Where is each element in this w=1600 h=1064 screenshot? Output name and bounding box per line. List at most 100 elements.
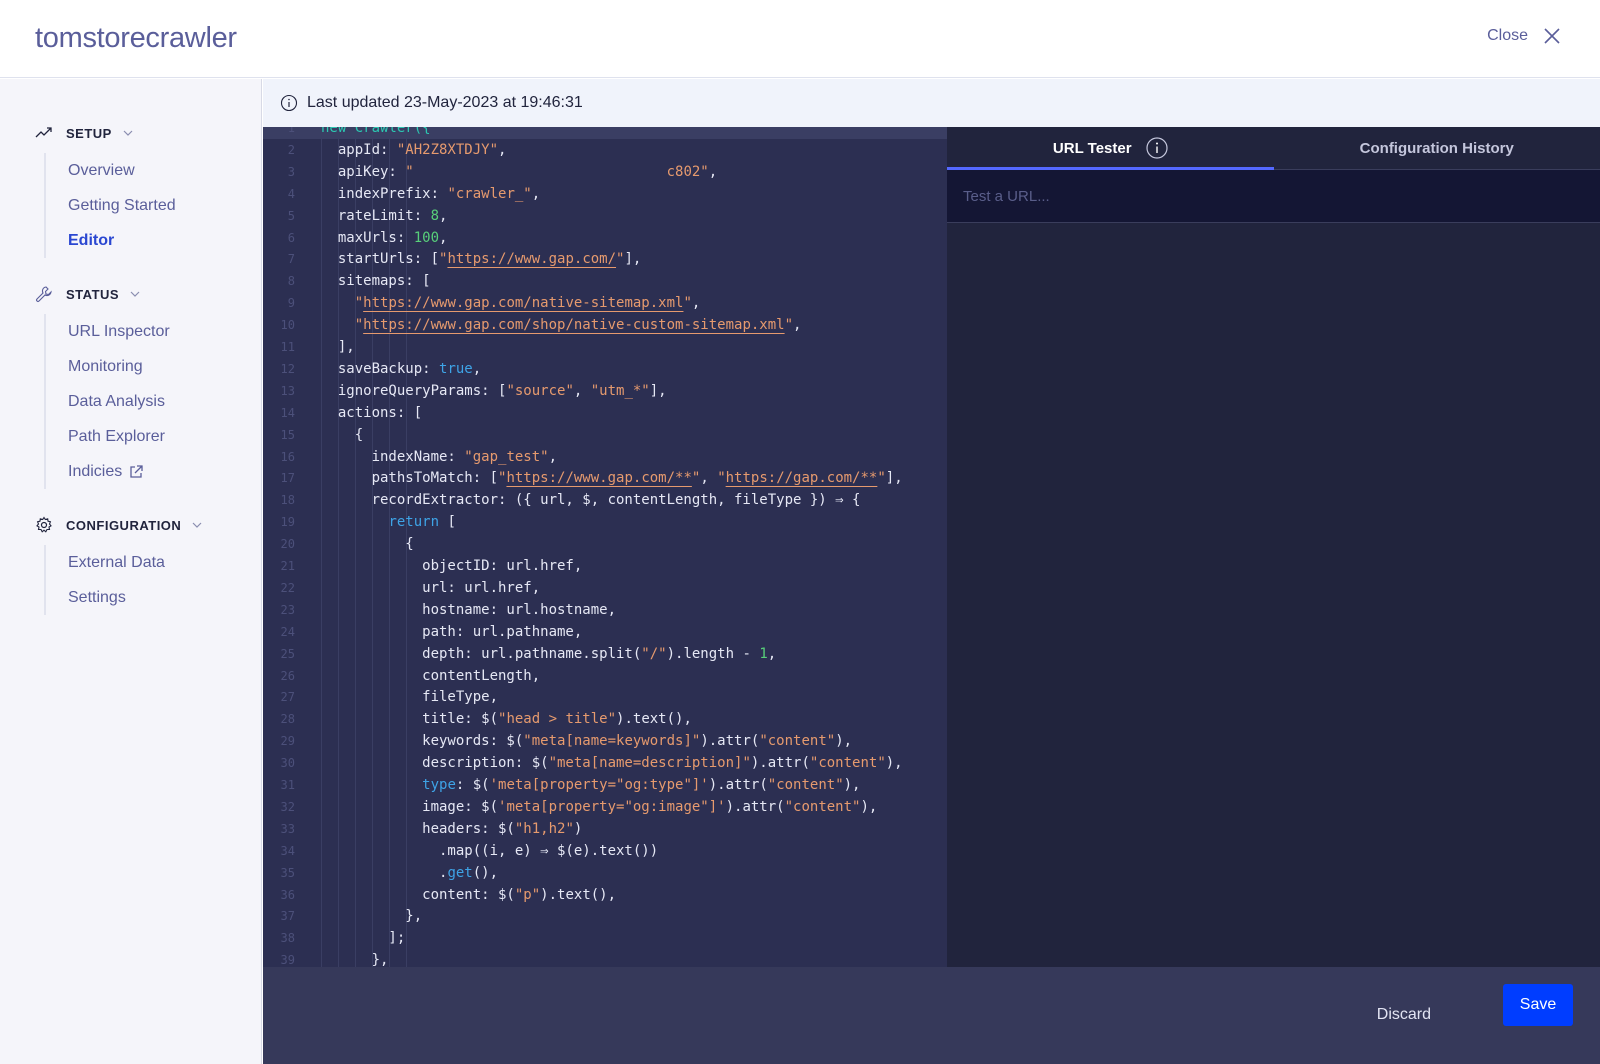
code-line[interactable]: 30 description: $("meta[name=description… [263,752,947,774]
code-text: sitemaps: [ [321,270,431,292]
code-line[interactable]: 3 apiKey: " c802", [263,161,947,183]
code-token-key: ], [321,339,355,355]
code-token-link[interactable]: https://gap.com/** [726,470,878,486]
line-number: 27 [280,690,295,705]
code-line[interactable]: 8 sitemaps: [ [263,270,947,292]
sidebar-item-external-data[interactable]: External Data [68,545,203,580]
line-number: 29 [280,734,295,749]
code-line[interactable]: 23 hostname: url.hostname, [263,599,947,621]
save-button[interactable]: Save [1503,984,1573,1026]
code-token-key: , [708,163,718,180]
code-token-key: , [573,382,591,399]
code-line[interactable]: 2 appId: "AH2Z8XTDJY", [263,139,947,161]
code-token-str: " [784,317,794,334]
code-text: apiKey: " c802", [321,161,717,183]
code-token-key: ).length - [666,645,760,662]
code-line[interactable]: 6 maxUrls: 100, [263,227,947,249]
code-line[interactable]: 36 content: $("p").text(), [263,884,947,906]
code-line[interactable]: 18 recordExtractor: ({ url, $, contentLe… [263,489,947,511]
code-line[interactable]: 27 fileType, [263,686,947,708]
line-number: 4 [287,186,295,201]
code-line[interactable]: 31 type: $('meta[property="og:type"]').a… [263,774,947,796]
code-line[interactable]: 5 rateLimit: 8, [263,205,947,227]
sidebar-item-settings[interactable]: Settings [68,580,203,615]
section-header-setup[interactable]: SETUP [34,121,176,145]
code-line[interactable]: 25 depth: url.pathname.split("/").length… [263,643,947,665]
tab-configuration-history[interactable]: Configuration History [1274,127,1600,169]
code-token-key: , [439,207,448,224]
code-token-link[interactable]: https://www.gap.com/native-sitemap.xml [363,295,683,311]
code-line[interactable]: 12 saveBackup: true, [263,358,947,380]
code-text: indexName: "gap_test", [321,446,557,468]
code-line[interactable]: 14 actions: [ [263,402,947,424]
code-token-key: }, [321,908,423,925]
code-text: image: $('meta[property="og:image"]').at… [321,796,877,818]
code-line[interactable]: 26 contentLength, [263,665,947,687]
code-line[interactable]: 9 "https://www.gap.com/native-sitemap.xm… [263,292,947,314]
code-line[interactable]: 33 headers: $("h1,h2") [263,818,947,840]
code-token-str: "h1,h2" [514,820,574,837]
code-line[interactable]: 10 "https://www.gap.com/shop/native-cust… [263,314,947,336]
code-token-key: , [472,360,482,377]
code-token-key: keywords: $( [321,733,524,750]
code-editor[interactable]: 1 new Crawler({2 appId: "AH2Z8XTDJY", 3 ap… [263,127,947,967]
code-token-key: ).attr( [700,733,760,750]
close-label: Close [1487,27,1528,44]
close-button[interactable]: Close [1487,26,1562,46]
sidebar-item-data-analysis[interactable]: Data Analysis [68,384,170,419]
discard-button[interactable]: Discard [1371,993,1437,1037]
code-text: }, [321,949,389,967]
code-line[interactable]: 37 }, [263,905,947,927]
code-token-link[interactable]: https://www.gap.com/ [447,251,616,267]
code-line[interactable]: 4 indexPrefix: "crawler_", [263,183,947,205]
code-line[interactable]: 28 title: $("head > title").text(), [263,708,947,730]
sidebar-item-url-inspector[interactable]: URL Inspector [68,314,170,349]
line-number: 31 [280,778,295,792]
sidebar-item-indicies[interactable]: Indicies [68,454,170,489]
close-icon [1544,28,1560,44]
code-line[interactable]: 15 { [263,424,947,446]
section-header-status[interactable]: STATUS [34,282,170,306]
info-icon [280,94,298,112]
code-line[interactable]: 13 ignoreQueryParams: ["source", "utm_*"… [263,380,947,402]
code-line[interactable]: 32 image: $('meta[property="og:image"]')… [263,796,947,818]
url-tester-input[interactable] [947,170,1600,223]
code-line[interactable]: 16 indexName: "gap_test", [263,446,947,468]
code-line[interactable]: 39 }, [263,949,947,967]
code-token-link[interactable]: https://www.gap.com/** [506,470,691,486]
code-text: title: $("head > title").text(), [321,708,692,730]
line-number: 9 [287,296,295,311]
app-title: tomstorecrawler [35,22,237,54]
code-line[interactable]: 35 .get(), [263,862,947,884]
sidebar-item-overview[interactable]: Overview [68,153,176,188]
code-text: ]; [321,927,405,949]
sidebar-item-monitoring[interactable]: Monitoring [68,349,170,384]
info-icon[interactable] [1145,137,1168,159]
code-line[interactable]: 11 ], [263,336,947,358]
code-line[interactable]: 38 ]; [263,927,947,949]
sidebar-item-editor[interactable]: Editor [68,223,176,258]
code-line[interactable]: 19 return [ [263,511,947,533]
code-line[interactable]: 34 .map((i, e) ⇒ $(e).text()) [263,840,947,862]
sidebar-item-getting-started[interactable]: Getting Started [68,188,176,223]
code-token-key: , [700,470,718,487]
code-line[interactable]: 22 url: url.href, [263,577,947,599]
code-line[interactable]: 29 keywords: $("meta[name=keywords]").at… [263,730,947,752]
sidebar-item-path-explorer[interactable]: Path Explorer [68,419,170,454]
code-line[interactable]: 1 new Crawler({ [263,127,947,139]
section-header-configuration[interactable]: CONFIGURATION [34,513,203,537]
tab-url-tester[interactable]: URL Tester [947,127,1274,170]
line-number: 39 [280,953,295,967]
tab-label: Configuration History [1359,139,1514,157]
code-line[interactable]: 21 objectID: url.href, [263,555,947,577]
code-line[interactable]: 7 startUrls: ["https://www.gap.com/"], [263,248,947,270]
code-line[interactable]: 24 path: url.pathname, [263,621,947,643]
section-title: SETUP [66,125,112,141]
code-text: contentLength, [321,665,540,687]
code-token-link[interactable]: https://www.gap.com/shop/native-custom-s… [363,317,784,333]
code-token-key: ).attr( [750,755,810,772]
code-text: content: $("p").text(), [321,884,616,906]
code-token-key: startUrls: [ [321,251,440,268]
code-line[interactable]: 17 pathsToMatch: [" https://www.gap.com/*… [263,467,947,489]
code-line[interactable]: 20 { [263,533,947,555]
